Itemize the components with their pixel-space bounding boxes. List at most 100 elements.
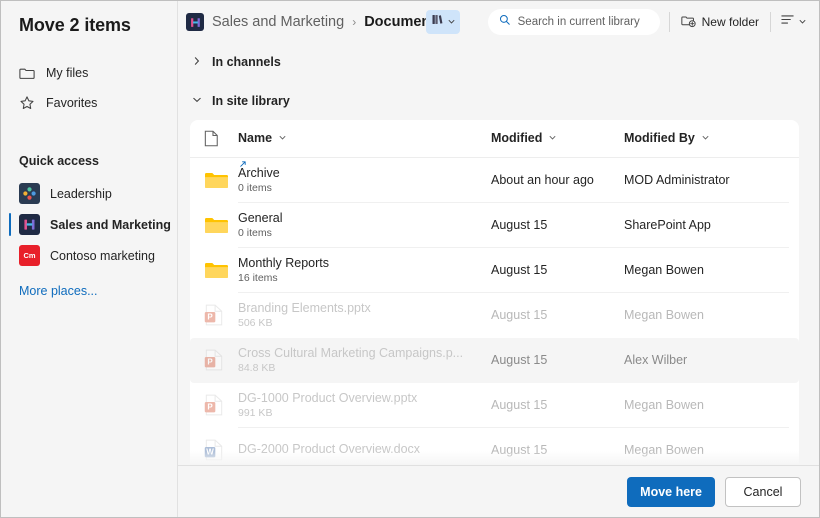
shortcut-badge-icon [238, 157, 247, 168]
svg-text:P: P [207, 313, 213, 322]
cell-modified: August 15 [491, 263, 548, 278]
sidebar-item-contoso-marketing[interactable]: Cm Contoso marketing [1, 240, 177, 271]
more-places-link[interactable]: More places... [1, 284, 177, 298]
view-options-button[interactable] [780, 12, 807, 32]
sidebar-item-label: Contoso marketing [50, 248, 155, 263]
sidebar-item-label: Leadership [50, 186, 112, 201]
file-subtext: 991 KB [238, 407, 273, 420]
svg-text:P: P [207, 358, 213, 367]
folder-icon [204, 261, 238, 280]
powerpoint-file-icon: P [204, 349, 238, 371]
sales-marketing-site-icon [186, 13, 204, 31]
column-header-modified[interactable]: Modified [491, 131, 557, 145]
file-list-header: Name Modified Modified By [190, 120, 799, 158]
table-row[interactable]: Archive 0 items About an hour ago MOD Ad… [190, 158, 799, 203]
section-in-site-library[interactable]: In site library [178, 88, 819, 113]
cell-modified: August 15 [491, 353, 548, 368]
quick-access-heading: Quick access [19, 154, 99, 168]
cell-modified-by: Megan Bowen [624, 443, 704, 458]
sidebar-item-leadership[interactable]: Leadership [1, 178, 177, 209]
library-switcher-button[interactable] [425, 10, 460, 34]
file-name: Archive [238, 166, 280, 181]
file-subtext: 0 items [238, 227, 272, 240]
search-input[interactable]: Search in current library [487, 9, 660, 35]
chevron-down-icon [192, 92, 202, 110]
table-row: W DG-2000 Product Overview.docx August 1… [190, 428, 799, 465]
cell-modified-by: MOD Administrator [624, 173, 730, 188]
column-header-modified-by[interactable]: Modified By [624, 131, 710, 145]
toolbar-divider [770, 12, 771, 32]
chevron-down-icon [798, 13, 807, 31]
contoso-marketing-site-icon: Cm [19, 245, 40, 266]
sidebar-item-label: Favorites [46, 96, 98, 110]
word-file-icon: W [204, 439, 238, 461]
list-view-icon [780, 12, 795, 32]
dialog-main: Sales and Marketing › Documents Search i… [178, 1, 819, 517]
search-placeholder: Search in current library [517, 16, 640, 28]
site-initials: Cm [23, 250, 36, 260]
table-row: P Cross Cultural Marketing Campaigns.p..… [190, 337, 799, 383]
dialog-footer: Move here Cancel [178, 465, 819, 517]
new-folder-icon [680, 13, 696, 31]
sales-marketing-site-icon [19, 214, 40, 235]
toolbar-divider [668, 12, 670, 32]
cell-modified: August 15 [491, 443, 548, 458]
dialog-sidebar: Move 2 items My files Favorites Quick ac… [1, 1, 178, 517]
section-label: In site library [212, 94, 290, 109]
chevron-down-icon [447, 13, 456, 31]
file-name: General [238, 211, 283, 226]
breadcrumb-site[interactable]: Sales and Marketing [212, 14, 344, 30]
column-label: Name [238, 131, 273, 146]
cell-modified-by: Megan Bowen [624, 263, 704, 278]
cell-modified: August 15 [491, 218, 548, 233]
section-label: In channels [212, 54, 281, 69]
file-name: DG-1000 Product Overview.pptx [238, 391, 418, 406]
library-books-icon [431, 13, 444, 31]
file-list: Name Modified Modified By Archive 0 item… [190, 119, 799, 465]
cell-modified-by: Megan Bowen [624, 398, 704, 413]
chevron-right-icon [192, 53, 202, 71]
powerpoint-file-icon: P [204, 394, 238, 416]
powerpoint-file-icon: P [204, 304, 238, 326]
new-folder-label: New folder [701, 15, 759, 29]
file-type-icon[interactable] [204, 130, 238, 147]
section-in-channels[interactable]: In channels [178, 49, 819, 74]
chevron-down-icon [701, 131, 710, 145]
table-row: P DG-1000 Product Overview.pptx 991 KB A… [190, 383, 799, 428]
table-row[interactable]: Monthly Reports 16 items August 15 Megan… [190, 248, 799, 293]
cancel-button[interactable]: Cancel [725, 476, 801, 507]
file-name-wrapper: Archive [238, 161, 479, 181]
cell-modified-by: Megan Bowen [624, 308, 704, 323]
file-name: DG-2000 Product Overview.docx [238, 442, 421, 457]
folder-icon [19, 65, 35, 81]
column-header-name[interactable]: Name [238, 131, 287, 145]
cell-modified: August 15 [491, 398, 548, 413]
new-folder-button[interactable]: New folder [679, 9, 761, 35]
sidebar-item-favorites[interactable]: Favorites [1, 88, 177, 118]
leadership-site-icon [19, 183, 40, 204]
file-name: Monthly Reports [238, 256, 330, 271]
file-subtext: 84.8 KB [238, 362, 276, 375]
star-icon [19, 95, 35, 111]
cell-modified-by: Alex Wilber [624, 353, 688, 368]
sidebar-item-label: My files [46, 66, 89, 80]
table-row[interactable]: General 0 items August 15 SharePoint App [190, 203, 799, 248]
folder-icon [204, 216, 238, 235]
folder-icon [204, 171, 238, 190]
dialog-title: Move 2 items [19, 15, 131, 35]
file-subtext: 0 items [238, 182, 272, 195]
search-icon [499, 13, 511, 31]
move-here-button[interactable]: Move here [627, 476, 715, 507]
column-label: Modified [491, 131, 543, 146]
chevron-down-icon [548, 131, 557, 145]
move-items-dialog: Move 2 items My files Favorites Quick ac… [0, 0, 820, 518]
cell-modified: About an hour ago [491, 173, 594, 188]
breadcrumb: Sales and Marketing › Documents [186, 13, 443, 31]
chevron-down-icon [278, 131, 287, 145]
sidebar-item-my-files[interactable]: My files [1, 58, 177, 88]
file-name: Cross Cultural Marketing Campaigns.p... [238, 346, 464, 361]
column-label: Modified By [624, 131, 695, 146]
command-bar: Sales and Marketing › Documents Search i… [178, 1, 819, 43]
sidebar-item-sales-and-marketing[interactable]: Sales and Marketing [1, 209, 177, 240]
file-subtext: 16 items [238, 272, 278, 285]
